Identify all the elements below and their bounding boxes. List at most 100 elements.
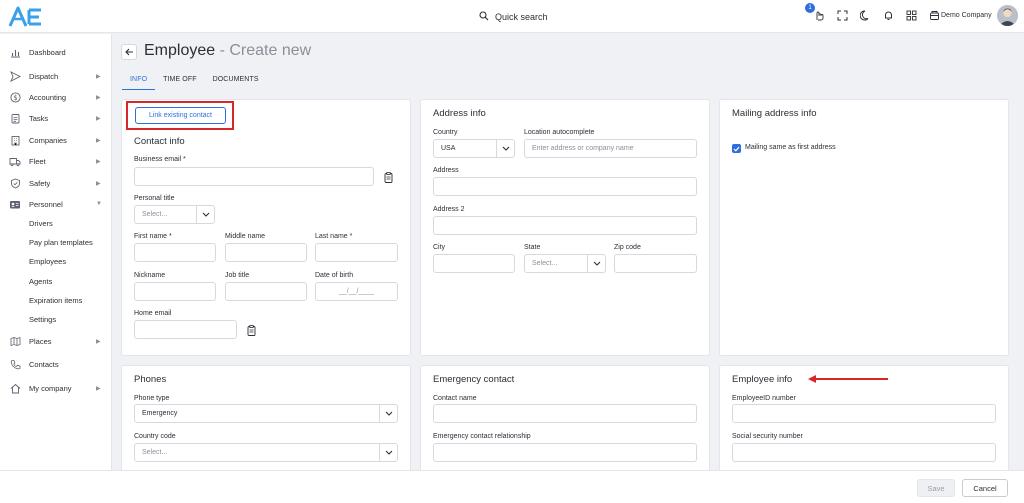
highlight-box [126, 101, 234, 130]
country-select[interactable]: USA [433, 139, 515, 158]
sidebar-item-accounting[interactable]: $ Accounting ▶ [0, 88, 112, 106]
arrow-left-icon [124, 48, 133, 56]
mailing-address-card [719, 99, 1009, 356]
home-email-field[interactable] [134, 320, 237, 339]
first-name-label: First name * [134, 233, 172, 240]
last-name-label: Last name * [315, 233, 353, 240]
location-placeholder: Enter address or company name [532, 145, 634, 152]
chevron-right-icon: ▶ [96, 94, 101, 101]
country-label: Country [433, 129, 458, 136]
quick-search[interactable]: Quick search [479, 9, 548, 25]
sidebar-item-fleet[interactable]: Fleet ▶ [0, 152, 112, 170]
cancel-button[interactable]: Cancel [962, 479, 1008, 497]
emergency-relationship-field[interactable] [433, 443, 697, 462]
bell-icon[interactable] [881, 8, 895, 22]
nickname-label: Nickname [134, 272, 166, 279]
chevron-right-icon: ▶ [96, 158, 101, 165]
personal-title-label: Personal title [134, 195, 175, 202]
svg-text:$: $ [13, 94, 17, 102]
dob-field[interactable]: __/__/____ [315, 282, 398, 301]
address2-field[interactable] [433, 216, 697, 235]
contact-name-field[interactable] [433, 404, 697, 423]
apps-grid-icon[interactable] [904, 8, 918, 22]
last-name-field[interactable] [315, 243, 398, 262]
nickname-field[interactable] [134, 282, 216, 301]
phone-icon [9, 358, 21, 370]
chevron-down-icon [379, 405, 397, 422]
chevron-down-icon: ▼ [96, 201, 102, 207]
job-title-label: Job title [225, 272, 250, 279]
sidebar-item-tasks[interactable]: Tasks ▶ [0, 109, 112, 127]
company-name[interactable]: Demo Company [941, 12, 992, 19]
address2-label: Address 2 [433, 206, 465, 213]
middle-name-field[interactable] [225, 243, 307, 262]
sidebar-subitem-drivers[interactable]: Drivers [29, 216, 53, 230]
dark-mode-icon[interactable] [858, 8, 872, 22]
clipboard-icon[interactable] [383, 171, 393, 183]
job-title-field[interactable] [225, 282, 307, 301]
phones-title: Phones [134, 374, 167, 385]
chevron-right-icon: ▶ [96, 338, 101, 345]
tab-info[interactable]: INFO [122, 74, 156, 90]
sidebar-subitem-expiration-items[interactable]: Expiration items [29, 293, 82, 307]
clipboard-icon[interactable] [246, 324, 256, 336]
dollar-icon: $ [9, 91, 21, 103]
chevron-down-icon [587, 255, 605, 272]
location-autocomplete-field[interactable]: Enter address or company name [524, 139, 697, 158]
mailing-same-label[interactable]: Mailing same as first address [745, 144, 836, 151]
zip-code-field[interactable] [614, 254, 697, 273]
chevron-down-icon [196, 206, 214, 223]
ssn-label: Social security number [732, 433, 803, 440]
employee-info-title: Employee info [732, 374, 793, 385]
shield-icon [9, 177, 21, 189]
search-icon [479, 11, 489, 23]
sidebar-item-label: Dashboard [29, 47, 66, 57]
fullscreen-icon[interactable] [835, 8, 849, 22]
tap-icon[interactable]: 1 [805, 3, 826, 22]
quick-search-label: Quick search [495, 12, 548, 22]
sidebar-item-safety[interactable]: Safety ▶ [0, 174, 112, 192]
page-title-main: Employee [144, 42, 216, 59]
sidebar-item-companies[interactable]: Companies ▶ [0, 131, 112, 149]
home-icon [9, 382, 21, 394]
sidebar-item-places[interactable]: Places ▶ [0, 332, 112, 350]
sidebar-item-my-company[interactable]: My company ▶ [0, 379, 112, 397]
phone-type-label: Phone type [134, 395, 170, 402]
check-icon [733, 146, 740, 152]
sidebar-subitem-agents[interactable]: Agents [29, 274, 52, 288]
address-field[interactable] [433, 177, 697, 196]
personal-title-select[interactable]: Select... [134, 205, 215, 224]
dob-label: Date of birth [315, 272, 354, 279]
tab-documents[interactable]: DOCUMENTS [205, 74, 267, 90]
map-icon [9, 335, 21, 347]
business-email-field[interactable] [134, 167, 374, 186]
sidebar-subitem-settings[interactable]: Settings [29, 312, 56, 326]
sidebar-item-label: Contacts [29, 359, 59, 369]
business-email-label: Business email * [134, 156, 186, 163]
state-select[interactable]: Select... [524, 254, 606, 273]
back-button[interactable] [121, 44, 137, 60]
send-icon [9, 70, 21, 82]
first-name-field[interactable] [134, 243, 216, 262]
tab-time-off[interactable]: TIME OFF [155, 74, 204, 90]
ssn-field[interactable] [732, 443, 996, 462]
sidebar-item-personnel[interactable]: Personnel ▼ [0, 195, 112, 213]
sidebar-item-contacts[interactable]: Contacts [0, 355, 112, 373]
mailing-same-checkbox[interactable] [732, 144, 741, 153]
sidebar-item-dashboard[interactable]: Dashboard [0, 43, 112, 61]
sidebar-subitem-employees[interactable]: Employees [29, 254, 66, 268]
city-field[interactable] [433, 254, 515, 273]
employee-id-field[interactable] [732, 404, 996, 423]
phone-type-select[interactable]: Emergency [134, 404, 398, 423]
tab-bar: INFO TIME OFF DOCUMENTS [122, 74, 267, 90]
sidebar-item-dispatch[interactable]: Dispatch ▶ [0, 67, 112, 85]
sidebar-item-label: My company [29, 383, 72, 393]
city-label: City [433, 244, 446, 251]
country-code-select[interactable]: Select... [134, 443, 398, 462]
company-switch-icon[interactable] [927, 8, 941, 22]
app-logo[interactable] [8, 6, 44, 28]
avatar[interactable] [997, 5, 1018, 26]
dob-placeholder: __/__/____ [338, 288, 375, 295]
sidebar-subitem-pay-plan-templates[interactable]: Pay plan templates [29, 235, 93, 249]
save-button[interactable]: Save [917, 479, 955, 497]
